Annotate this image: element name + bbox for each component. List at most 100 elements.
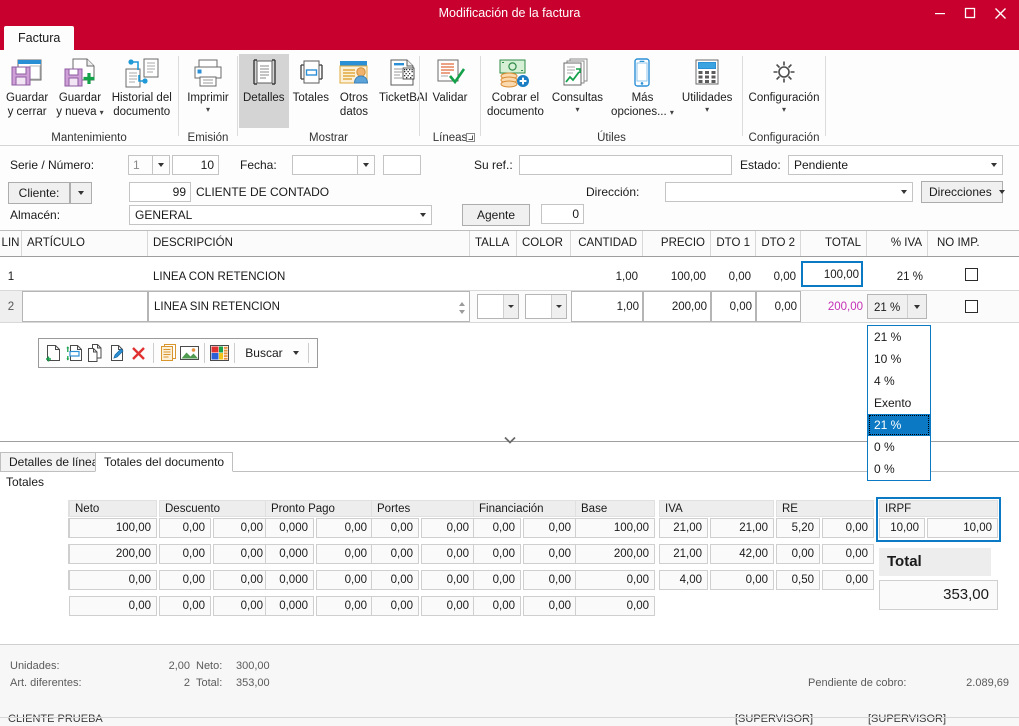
cliente-button[interactable]: Cliente: (8, 182, 70, 204)
search-label[interactable]: Buscar (239, 346, 288, 360)
chevron-down-icon[interactable] (895, 183, 912, 201)
totals-cell-pp-pct[interactable]: 0,000 (265, 518, 314, 538)
totals-cell-desc-imp[interactable]: 0,00 (213, 596, 269, 616)
numero-field[interactable]: 10 (172, 155, 219, 175)
totals-cell-portes-imp[interactable]: 0,00 (421, 570, 475, 590)
insert-line-icon[interactable] (64, 341, 85, 365)
totals-cell-pp-imp[interactable]: 0,00 (316, 518, 373, 538)
fecha-dropdown-arrow[interactable] (358, 155, 375, 175)
cell-precio-editor[interactable]: 200,00 (643, 291, 711, 322)
utilities-button[interactable]: Utilidades ▾ (678, 54, 737, 114)
totals-cell-re-imp[interactable]: 0,00 (822, 570, 874, 590)
chevron-down-icon[interactable]: ▾ (552, 105, 603, 114)
save-and-new-button[interactable]: Guardar y nueva ▾ (52, 54, 108, 119)
document-history-button[interactable]: Historial del documento (108, 54, 176, 119)
new-line-icon[interactable] (43, 341, 64, 365)
iva-option[interactable]: 0 % (868, 458, 930, 480)
totals-cell-iva2-imp[interactable]: 42,00 (710, 544, 774, 564)
totals-cell-iva2-imp[interactable]: 0,00 (710, 570, 774, 590)
totals-cell-desc-pct[interactable]: 0,00 (159, 596, 211, 616)
minimize-icon[interactable] (925, 1, 955, 25)
totals-cell-re-pct[interactable]: 0,00 (776, 544, 820, 564)
queries-button[interactable]: Consultas ▾ (548, 54, 607, 114)
totals-cell-re-pct[interactable]: 0,50 (776, 570, 820, 590)
chevron-down-icon[interactable]: ▾ (187, 105, 229, 114)
fecha-extra-field[interactable] (383, 155, 421, 175)
collect-document-button[interactable]: Cobrar el documento (483, 54, 548, 119)
cell-articulo-editor[interactable] (22, 291, 148, 322)
totals-cell-base[interactable]: 100,00 (575, 518, 655, 538)
totals-cell-desc-imp[interactable]: 0,00 (213, 544, 269, 564)
other-data-button[interactable]: Otros datos (333, 54, 375, 119)
totals-cell-iva2-pct[interactable]: 21,00 (659, 518, 708, 538)
chevron-down-icon[interactable] (414, 206, 431, 224)
validate-button[interactable]: Validar (429, 54, 472, 106)
serie-dropdown-arrow[interactable] (153, 155, 170, 175)
estado-select[interactable]: Pendiente (788, 155, 1003, 175)
save-and-close-button[interactable]: Guardar y cerrar (2, 54, 52, 119)
totals-cell-desc-imp[interactable]: 0,00 (213, 518, 269, 538)
totals-cell-base[interactable]: 0,00 (575, 570, 655, 590)
tab-totales-del-documento[interactable]: Totales del documento (95, 452, 234, 472)
delete-line-icon[interactable] (128, 341, 149, 365)
serie-field[interactable]: 1 (128, 155, 153, 175)
totals-cell-pp-pct[interactable]: 0,000 (265, 570, 314, 590)
chevron-down-icon[interactable] (998, 182, 1005, 202)
totals-cell-iva2-pct[interactable]: 4,00 (659, 570, 708, 590)
totals-cell-pp-pct[interactable]: 0,000 (265, 596, 314, 616)
copy-line-icon[interactable] (85, 341, 106, 365)
more-options-button[interactable]: Más opciones... ▾ (607, 54, 678, 119)
totals-cell-irpf-pct[interactable]: 10,00 (879, 518, 925, 538)
totals-cell-fin-pct[interactable]: 0,00 (473, 570, 521, 590)
totals-button[interactable]: Totales (289, 54, 333, 106)
cell-total-selected[interactable]: 100,00 (801, 261, 863, 287)
table-row[interactable]: 2 LINEA SIN RETENCION 1,00 200,00 0,00 0… (0, 291, 1019, 323)
totals-cell-neto[interactable]: 100,00 (69, 518, 157, 538)
image-icon[interactable] (179, 341, 200, 365)
table-row[interactable]: 1 LINEA CON RETENCION 1,00 100,00 0,00 0… (0, 257, 1019, 291)
agente-field[interactable]: 0 (541, 204, 584, 224)
totals-cell-base[interactable]: 0,00 (575, 596, 655, 616)
configuration-button[interactable]: Configuración ▾ (745, 54, 824, 114)
totals-cell-portes-pct[interactable]: 0,00 (371, 544, 419, 564)
totals-cell-desc-pct[interactable]: 0,00 (159, 570, 211, 590)
agente-button[interactable]: Agente (462, 204, 530, 226)
chevron-down-icon[interactable]: ▾ (749, 105, 820, 114)
totals-cell-portes-pct[interactable]: 0,00 (371, 570, 419, 590)
cell-noimp-checkbox[interactable] (965, 300, 978, 313)
totals-cell-neto[interactable]: 200,00 (69, 544, 157, 564)
dialog-launcher-icon[interactable] (466, 133, 475, 144)
totals-cell-portes-imp[interactable]: 0,00 (421, 596, 475, 616)
iva-option[interactable]: 0 % (868, 436, 930, 458)
maximize-icon[interactable] (955, 1, 985, 25)
chevron-down-icon[interactable] (985, 156, 1002, 174)
totals-cell-neto[interactable]: 0,00 (69, 570, 157, 590)
totals-cell-fin-imp[interactable]: 0,00 (523, 596, 577, 616)
totals-cell-re-imp[interactable]: 0,00 (822, 544, 874, 564)
talla-dropdown-arrow[interactable] (503, 295, 518, 318)
close-icon[interactable] (985, 1, 1015, 25)
direcciones-button[interactable]: Direcciones (921, 181, 1005, 203)
cell-color-editor[interactable] (525, 294, 567, 319)
totals-cell-pp-imp[interactable]: 0,00 (316, 570, 373, 590)
totals-cell-fin-imp[interactable]: 0,00 (523, 544, 577, 564)
totals-cell-portes-imp[interactable]: 0,00 (421, 518, 475, 538)
spinner-icon[interactable] (456, 297, 467, 318)
edit-line-icon[interactable] (107, 341, 128, 365)
color-dropdown-arrow[interactable] (551, 295, 566, 318)
chevron-down-icon[interactable] (289, 341, 304, 365)
totals-cell-neto[interactable]: 0,00 (69, 596, 157, 616)
cell-cantidad-editor[interactable]: 1,00 (571, 291, 643, 322)
totals-cell-desc-imp[interactable]: 0,00 (213, 570, 269, 590)
tab-detalles-de-linea[interactable]: Detalles de línea (0, 452, 108, 472)
chevron-down-icon[interactable]: ▾ (100, 108, 104, 117)
totals-cell-pp-imp[interactable]: 0,00 (316, 596, 373, 616)
fecha-field[interactable] (292, 155, 358, 175)
totals-cell-base[interactable]: 200,00 (575, 544, 655, 564)
cliente-code-field[interactable]: 99 (129, 182, 191, 202)
totals-cell-pp-pct[interactable]: 0,000 (265, 544, 314, 564)
iva-dropdown-arrow[interactable] (907, 295, 926, 318)
chevron-down-icon[interactable]: ▾ (682, 105, 733, 114)
totals-cell-fin-imp[interactable]: 0,00 (523, 518, 577, 538)
cell-descripcion-editor[interactable]: LINEA SIN RETENCION (148, 291, 470, 322)
